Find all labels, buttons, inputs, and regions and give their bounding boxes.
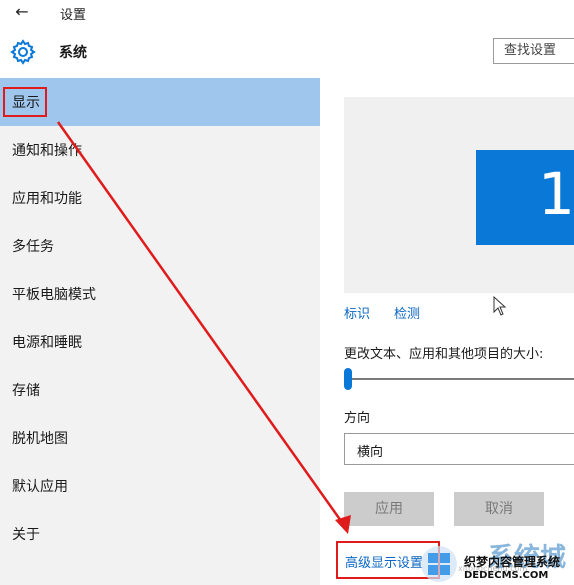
sidebar-item-apps[interactable]: 应用和功能 (0, 174, 320, 222)
sidebar-item-label: 平板电脑模式 (12, 287, 96, 303)
sidebar-item-label: 通知和操作 (12, 143, 82, 159)
sidebar-item-default-apps[interactable]: 默认应用 (0, 462, 320, 510)
sidebar-item-label: 电源和睡眠 (12, 335, 82, 351)
gear-icon (10, 39, 36, 65)
identify-link[interactable]: 标识 (344, 303, 370, 322)
sidebar-item-label: 关于 (12, 527, 40, 543)
sidebar-item-display[interactable]: 显示 (0, 78, 320, 126)
sidebar-item-about[interactable]: 关于 (0, 510, 320, 558)
orientation-value: 横向 (357, 445, 384, 460)
annotation-highlight-display (3, 87, 47, 117)
page-title: 系统 (59, 45, 87, 61)
apply-button[interactable]: 应用 (344, 492, 434, 526)
sidebar-item-notifications[interactable]: 通知和操作 (0, 126, 320, 174)
title-bar: ← 设置 (0, 0, 574, 26)
window-title: 设置 (60, 8, 87, 23)
sidebar-item-label: 默认应用 (12, 479, 68, 495)
detect-link[interactable]: 检测 (394, 303, 420, 322)
monitor-number: 1 (538, 160, 574, 228)
sidebar-item-multitasking[interactable]: 多任务 (0, 222, 320, 270)
sidebar-item-storage[interactable]: 存储 (0, 366, 320, 414)
sidebar-item-tablet-mode[interactable]: 平板电脑模式 (0, 270, 320, 318)
sidebar-item-label: 脱机地图 (12, 431, 68, 447)
scale-label: 更改文本、应用和其他项目的大小: (344, 347, 544, 362)
cancel-button[interactable]: 取消 (454, 492, 544, 526)
sidebar-item-label: 应用和功能 (12, 191, 82, 207)
windows-logo-icon (421, 546, 457, 582)
watermark-url: DEDECMS.COM (464, 570, 549, 581)
monitor-tile[interactable]: 1 (476, 150, 574, 245)
sidebar-item-offline-maps[interactable]: 脱机地图 (0, 414, 320, 462)
sidebar-item-label: 多任务 (12, 239, 54, 255)
scale-slider-track[interactable] (346, 378, 574, 380)
search-settings-input[interactable]: 查找设置 (493, 38, 574, 64)
mouse-cursor-icon (493, 296, 507, 316)
orientation-dropdown[interactable]: 横向 (344, 433, 574, 465)
sidebar: 显示 通知和操作 应用和功能 多任务 平板电脑模式 电源和睡眠 存储 脱机地图 … (0, 78, 320, 585)
header: 系统 查找设置 (0, 26, 574, 78)
sidebar-item-label: 存储 (12, 383, 40, 399)
sidebar-item-power-sleep[interactable]: 电源和睡眠 (0, 318, 320, 366)
scale-slider-thumb[interactable] (344, 368, 352, 390)
orientation-label: 方向 (344, 411, 371, 426)
back-arrow-icon[interactable]: ← (12, 2, 32, 22)
watermark: 系统城 织梦内容管理系统 xitongcheng.com DEDECMS.COM (418, 537, 574, 585)
